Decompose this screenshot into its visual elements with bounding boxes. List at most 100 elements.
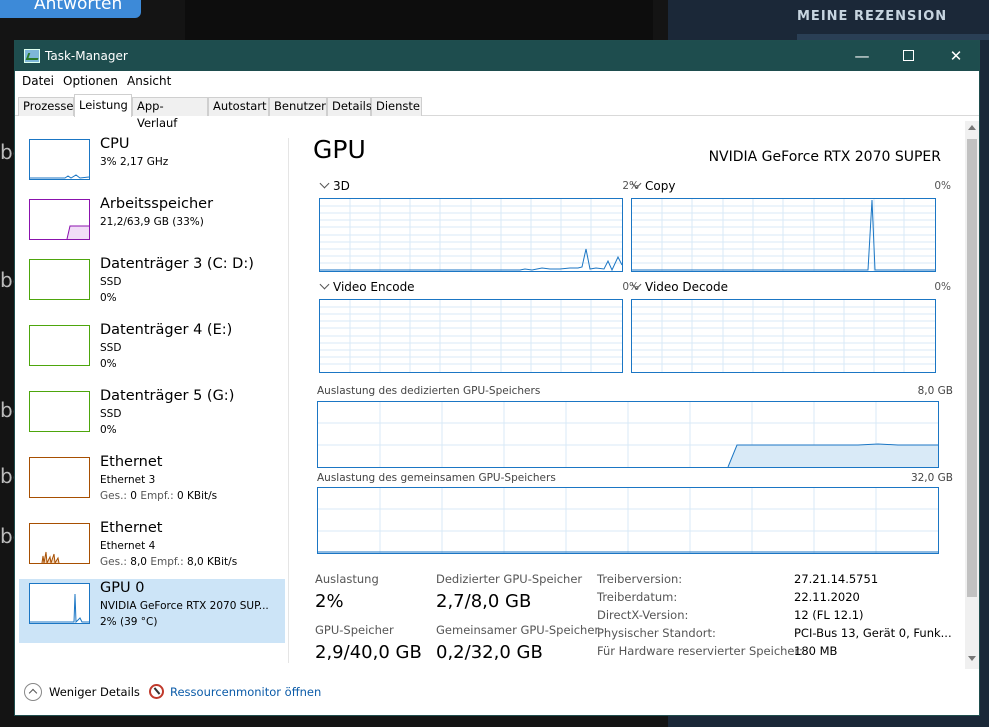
sidebar-item-throughput: Ges.: 8,0 Empf.: 8,0 KBit/s (100, 556, 237, 568)
dedicated-memory-label: Auslastung des dedizierten GPU-Speichers (317, 385, 541, 397)
disk-thumbnail-graph (29, 391, 90, 432)
sidebar-item-title: GPU 0 (100, 580, 145, 596)
driver-date-value: 22.11.2020 (794, 590, 860, 604)
menu-ansicht[interactable]: Ansicht (127, 74, 171, 88)
minimize-button[interactable]: — (839, 41, 885, 71)
chevron-down-icon (631, 178, 642, 189)
sidebar-item-ethernet-3[interactable]: Ethernet Ethernet 3 Ges.: 0 Empf.: 0 KBi… (19, 453, 285, 517)
tab-leistung[interactable]: Leistung (74, 94, 132, 117)
memory-thumbnail-graph (29, 199, 90, 240)
engine-percent: 0% (934, 180, 951, 192)
fewer-details-button[interactable]: Weniger Details (49, 685, 140, 699)
menu-bar: Datei Optionen Ansicht (15, 71, 979, 93)
sidebar-item-memory[interactable]: Arbeitsspeicher 21,2/63,9 GB (33%) (19, 195, 285, 259)
cpu-thumbnail-graph (29, 139, 90, 180)
background-reply-button[interactable]: Antworten (0, 0, 141, 18)
scrollbar-thumb[interactable] (967, 139, 977, 597)
tab-benutzer[interactable]: Benutzer (269, 97, 327, 116)
gpu-memory-value: 2,9/40,0 GB (315, 642, 422, 663)
engine-graph-3d (319, 198, 623, 272)
utilization-label: Auslastung (315, 572, 379, 586)
engine-label: Video Encode (333, 280, 415, 294)
sidebar-item-title: CPU (100, 136, 130, 152)
engine-percent: 0% (934, 281, 951, 293)
sent-value: 0 (126, 490, 141, 502)
sidebar-item-title: Datenträger 3 (C: D:) (100, 256, 254, 272)
sidebar-item-detail: 21,2/63,9 GB (33%) (100, 216, 204, 228)
sidebar-divider (288, 138, 289, 663)
engine-selector-copy[interactable]: Copy (631, 178, 676, 193)
open-resource-monitor-link[interactable]: Ressourcenmonitor öffnen (170, 685, 321, 699)
menu-optionen[interactable]: Optionen (63, 74, 118, 88)
engine-selector-video-encode[interactable]: Video Encode (319, 279, 415, 294)
sidebar-item-title: Ethernet (100, 520, 163, 536)
engine-graph-video-decode (631, 299, 936, 373)
received-label: Empf.: (140, 490, 174, 502)
reserved-memory-value: 180 MB (794, 644, 838, 658)
tab-dienste[interactable]: Dienste (371, 97, 422, 116)
background-review-heading: MEINE REZENSION (797, 9, 948, 24)
shared-memory-stat-label: Gemeinsamer GPU-Speicher (436, 623, 600, 637)
tab-prozesse[interactable]: Prozesse (18, 97, 74, 116)
tab-app-verlauf[interactable]: App-Verlauf (132, 97, 208, 130)
maximize-icon (902, 49, 914, 61)
tab-autostart[interactable]: Autostart (208, 97, 269, 116)
sidebar-item-disk-3[interactable]: Datenträger 3 (C: D:) SSD 0% (19, 255, 285, 319)
chevron-up-circle-icon[interactable] (24, 683, 42, 701)
window-title: Task-Manager (45, 49, 128, 63)
task-manager-window: Task-Manager — ✕ Datei Optionen Ansicht … (14, 40, 980, 716)
sidebar-item-detail: 3% 2,17 GHz (100, 156, 169, 168)
sidebar-item-throughput: Ges.: 0 Empf.: 0 KBit/s (100, 490, 217, 502)
close-button[interactable]: ✕ (933, 41, 979, 71)
dedicated-memory-stat-value: 2,7/8,0 GB (436, 591, 532, 612)
engine-graph-video-encode (319, 299, 623, 373)
page-title: GPU (313, 135, 366, 164)
shared-memory-stat-value: 0,2/32,0 GB (436, 642, 543, 663)
sent-label: Ges.: (100, 490, 127, 502)
sidebar-item-title: Datenträger 5 (G:) (100, 388, 235, 404)
directx-version-value: 12 (FL 12.1) (794, 608, 864, 622)
engine-label: 3D (333, 179, 350, 193)
tab-details[interactable]: Details (327, 97, 372, 116)
footer: Weniger Details Ressourcenmonitor öffnen (15, 677, 979, 715)
sidebar-item-title: Ethernet (100, 454, 163, 470)
sidebar-item-detail: Ethernet 3 (100, 474, 156, 486)
driver-date-label: Treiberdatum: (597, 590, 678, 604)
task-manager-icon (24, 49, 40, 63)
sidebar-item-ethernet-4[interactable]: Ethernet Ethernet 4 Ges.: 8,0 Empf.: 8,0… (19, 519, 285, 583)
scroll-up-icon[interactable] (968, 125, 976, 130)
gpu-model-name: NVIDIA GeForce RTX 2070 SUPER (708, 149, 941, 165)
menu-datei[interactable]: Datei (22, 74, 54, 88)
ethernet-thumbnail-graph (29, 457, 90, 498)
sent-label: Ges.: (100, 556, 127, 568)
engine-label: Copy (645, 179, 676, 193)
tab-bar: Prozesse Leistung App-Verlauf Autostart … (15, 93, 979, 130)
driver-version-value: 27.21.14.5751 (794, 572, 879, 586)
chevron-down-icon (319, 279, 330, 290)
sidebar-item-usage: 2% (39 °C) (100, 616, 158, 628)
sidebar-item-disk-5[interactable]: Datenträger 5 (G:) SSD 0% (19, 387, 285, 451)
sidebar-item-gpu-0[interactable]: GPU 0 NVIDIA GeForce RTX 2070 SUP... 2% … (19, 579, 285, 643)
gpu-memory-label: GPU-Speicher (315, 623, 394, 637)
title-bar[interactable]: Task-Manager — ✕ (15, 41, 979, 71)
gpu-thumbnail-graph (29, 583, 90, 624)
engine-selector-video-decode[interactable]: Video Decode (631, 279, 728, 294)
sidebar-item-cpu[interactable]: CPU 3% 2,17 GHz (19, 135, 285, 199)
sidebar-item-title: Datenträger 4 (E:) (100, 322, 233, 338)
engine-selector-3d[interactable]: 3D (319, 178, 350, 193)
sidebar-item-disk-4[interactable]: Datenträger 4 (E:) SSD 0% (19, 321, 285, 385)
scroll-down-icon[interactable] (968, 656, 976, 661)
directx-version-label: DirectX-Version: (597, 608, 689, 622)
vertical-scrollbar[interactable] (965, 121, 979, 669)
shared-memory-max: 32,0 GB (910, 472, 953, 484)
driver-version-label: Treiberversion: (597, 572, 683, 586)
maximize-button[interactable] (885, 41, 931, 71)
received-value: 8,0 KBit/s (183, 556, 238, 568)
background-header (185, 0, 653, 40)
engine-label: Video Decode (645, 280, 728, 294)
physical-location-value: PCI-Bus 13, Gerät 0, Funk... (794, 626, 952, 640)
chevron-down-icon (319, 178, 330, 189)
ethernet-thumbnail-graph (29, 523, 90, 564)
received-label: Empf.: (150, 556, 184, 568)
physical-location-label: Physischer Standort: (597, 626, 716, 640)
